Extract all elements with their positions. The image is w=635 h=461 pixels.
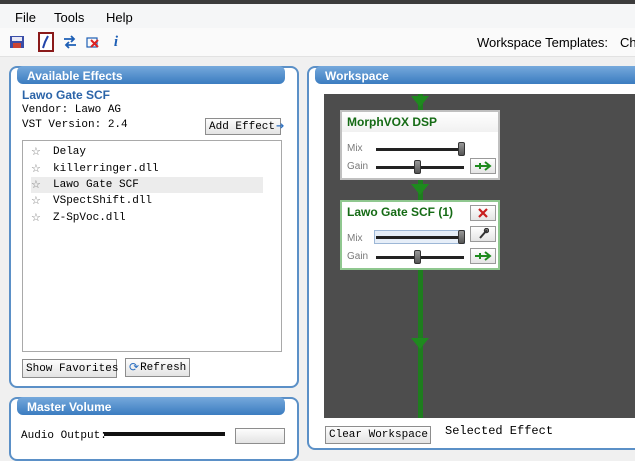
mix-slider[interactable] — [376, 148, 464, 151]
list-item-label: Z-SpVoc.dll — [53, 212, 126, 224]
favorite-star-icon[interactable]: ☆ — [31, 178, 53, 192]
menu-help[interactable]: Help — [106, 10, 133, 25]
audio-output-meter — [104, 432, 225, 436]
add-effect-label: Add Effect — [209, 120, 276, 133]
mix-slider-thumb[interactable] — [458, 142, 465, 156]
show-favorites-button[interactable]: Show Favorites — [22, 359, 118, 378]
workspace-templates-label: Workspace Templates: — [477, 35, 609, 50]
effect-block-morphvox[interactable]: MorphVOX DSP Mix Gain — [340, 110, 500, 180]
mix-slider[interactable] — [376, 236, 464, 239]
mix-slider-thumb[interactable] — [458, 230, 465, 244]
gain-slider-thumb[interactable] — [414, 250, 421, 264]
audio-output-button[interactable] — [235, 428, 285, 444]
workspace-canvas[interactable]: MorphVOX DSP Mix Gain Lawo Gate SCF (1) … — [324, 94, 635, 418]
favorite-star-icon[interactable]: ☆ — [31, 211, 53, 225]
menu-bar: File Tools Help — [0, 4, 635, 28]
audio-output-label: Audio Output: — [21, 430, 107, 442]
effect-vst-version: VST Version: 2.4 — [22, 119, 128, 131]
signal-arrow-icon — [411, 338, 429, 349]
refresh-button[interactable]: ⟳ Refresh — [125, 358, 190, 377]
list-item[interactable]: ☆ Lawo Gate SCF — [31, 177, 263, 193]
workspace-templates-select[interactable]: Ch — [620, 35, 635, 50]
bypass-arrow-icon — [475, 161, 492, 171]
favorite-star-icon[interactable]: ☆ — [31, 194, 53, 208]
effects-list[interactable]: ☆ Delay ☆ killerringer.dll ☆ Lawo Gate S… — [22, 140, 282, 352]
favorite-star-icon[interactable]: ☆ — [31, 162, 53, 176]
bypass-button[interactable] — [470, 158, 496, 174]
master-volume-title: Master Volume — [17, 397, 285, 415]
close-icon — [478, 208, 488, 218]
list-item[interactable]: ☆ Z-SpVoc.dll — [31, 210, 126, 226]
refresh-label: Refresh — [140, 361, 187, 374]
bypass-button[interactable] — [470, 248, 496, 264]
bypass-arrow-icon — [475, 251, 492, 261]
swap-icon[interactable] — [62, 33, 78, 51]
remove-effect-button[interactable] — [470, 205, 496, 221]
refresh-icon: ⟳ — [129, 361, 140, 375]
save-icon[interactable] — [9, 33, 25, 51]
gain-slider-thumb[interactable] — [414, 160, 421, 174]
arrow-right-icon: ➔ — [276, 121, 285, 133]
effect-name: Lawo Gate SCF (1) — [347, 205, 454, 219]
list-item-label: VSpectShift.dll — [53, 195, 153, 207]
list-item-label: Lawo Gate SCF — [53, 179, 139, 191]
gain-label: Gain — [347, 251, 369, 262]
mix-label: Mix — [347, 143, 363, 154]
mix-label: Mix — [347, 233, 363, 244]
info-icon[interactable]: i — [108, 33, 124, 51]
favorite-star-icon[interactable]: ☆ — [31, 145, 53, 159]
wrench-icon[interactable] — [38, 32, 54, 52]
signal-arrow-icon — [411, 96, 429, 107]
list-item[interactable]: ☆ Delay — [31, 144, 86, 160]
selected-effect-label: Selected Effect — [445, 424, 554, 438]
gain-label: Gain — [347, 161, 369, 172]
wrench-icon — [479, 228, 489, 239]
list-item[interactable]: ☆ killerringer.dll — [31, 161, 159, 177]
clear-workspace-button[interactable]: Clear Workspace — [325, 426, 431, 444]
menu-file[interactable]: File — [15, 10, 36, 25]
signal-arrow-icon — [411, 184, 429, 195]
list-item-label: killerringer.dll — [53, 163, 159, 175]
effect-name: MorphVOX DSP — [347, 115, 438, 129]
remove-effect-icon[interactable] — [85, 33, 101, 51]
add-effect-button[interactable]: Add Effect ➔ — [205, 118, 285, 135]
toolbar: i Workspace Templates: Ch — [0, 28, 635, 57]
effect-block-lawo-gate[interactable]: Lawo Gate SCF (1) Mix Gain — [340, 200, 500, 270]
selected-effect-name: Lawo Gate SCF — [22, 88, 111, 102]
list-item[interactable]: ☆ VSpectShift.dll — [31, 193, 152, 209]
menu-tools[interactable]: Tools — [54, 10, 84, 25]
workspace-title: Workspace — [315, 66, 635, 84]
effect-vendor: Vendor: Lawo AG — [22, 104, 122, 116]
effect-settings-button[interactable] — [470, 226, 496, 242]
available-effects-title: Available Effects — [17, 66, 285, 84]
list-item-label: Delay — [53, 146, 87, 158]
